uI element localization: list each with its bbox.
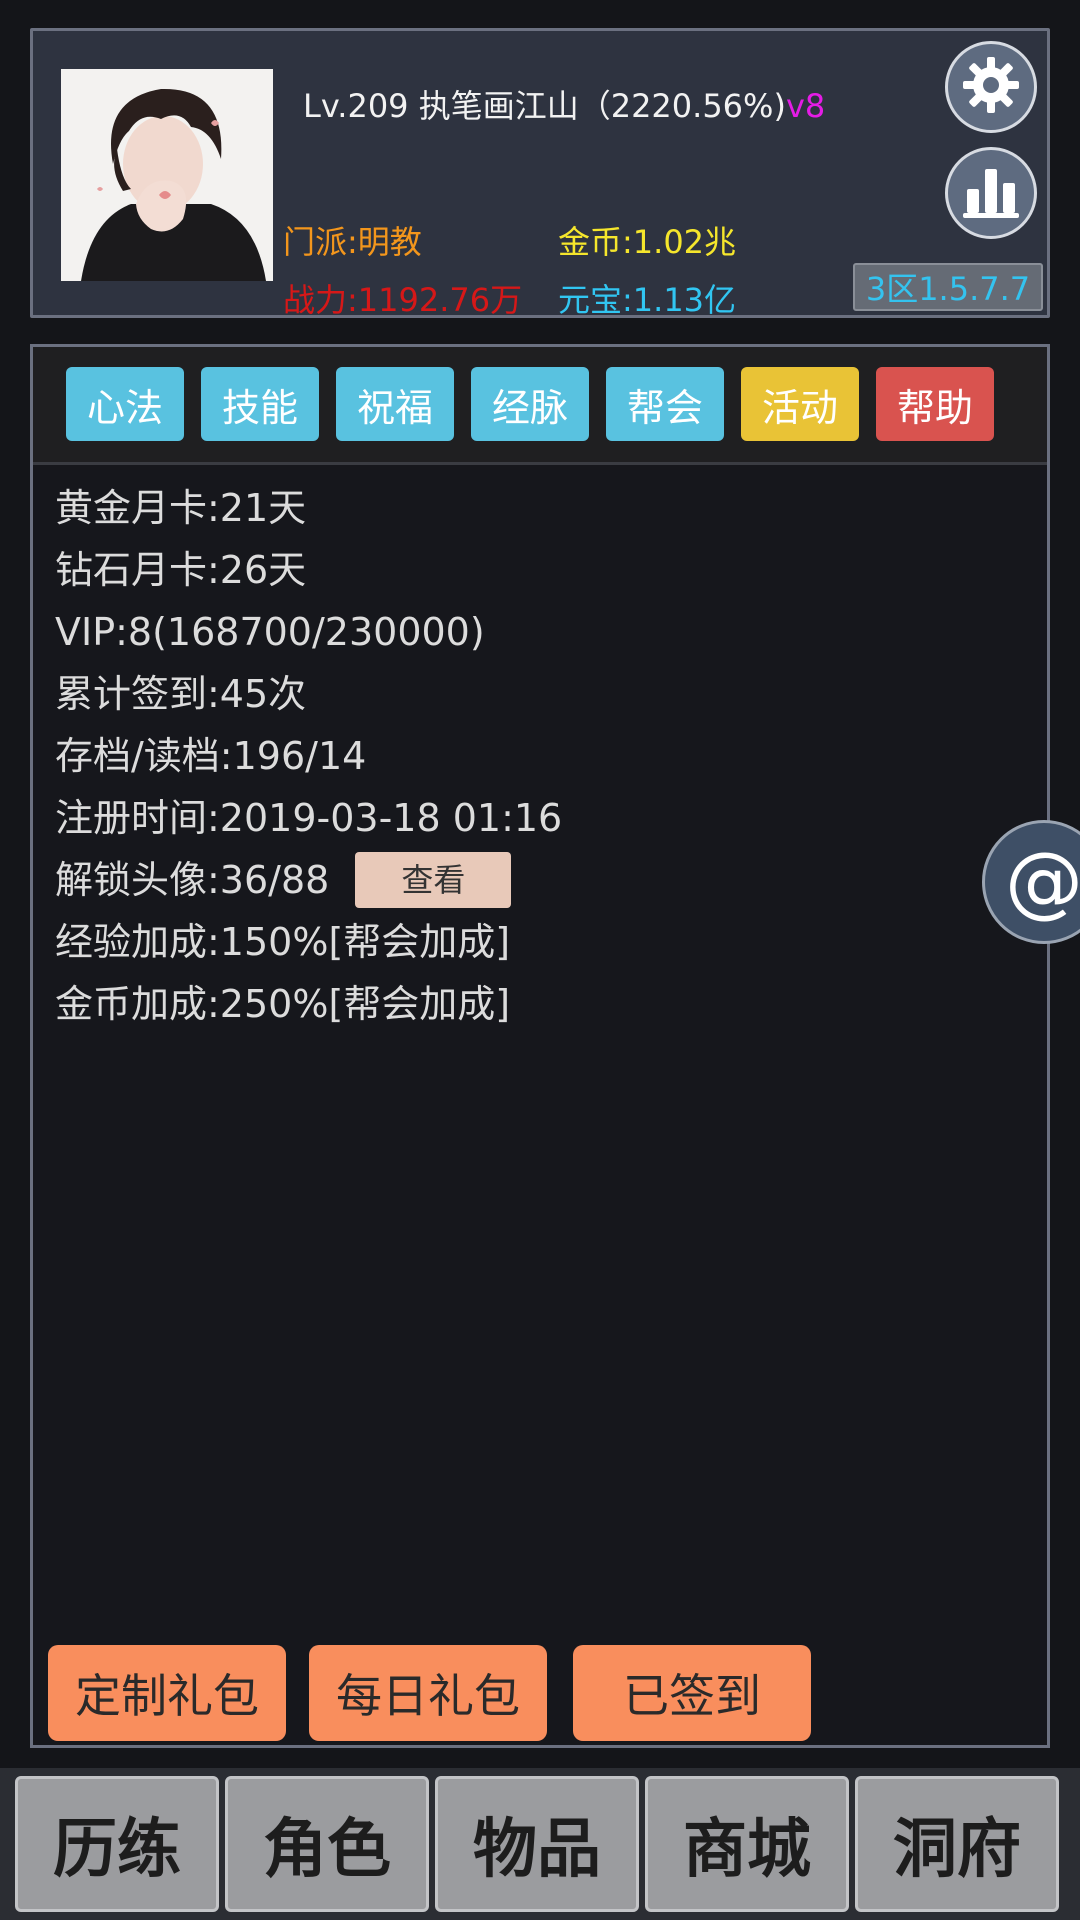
- player-ingot: 元宝:1.13亿: [558, 281, 737, 319]
- function-tab-bar: 心法 技能 祝福 经脉 帮会 活动 帮助: [33, 347, 1047, 465]
- bottom-navigation: 历练 角色 物品 商城 洞府: [0, 1768, 1080, 1920]
- diamond-card-info: 钻石月卡:26天: [55, 548, 307, 592]
- tab-meridians[interactable]: 经脉: [471, 367, 589, 441]
- main-panel: 心法 技能 祝福 经脉 帮会 活动 帮助 黄金月卡:21天 钻石月卡:26天 V…: [30, 344, 1050, 1748]
- unlocked-avatars-row: 解锁头像:36/88 查看: [55, 849, 562, 911]
- player-sect: 门派:明教: [283, 223, 422, 261]
- tab-skills[interactable]: 技能: [201, 367, 319, 441]
- exp-bonus-info: 经验加成:150%[帮会加成]: [55, 920, 511, 964]
- settings-button[interactable]: [945, 41, 1037, 133]
- custom-gift-button[interactable]: 定制礼包: [48, 1645, 286, 1741]
- server-version-badge: 3区1.5.7.7: [853, 263, 1043, 311]
- tab-help[interactable]: 帮助: [876, 367, 994, 441]
- signed-in-button[interactable]: 已签到: [573, 1645, 811, 1741]
- tab-guild[interactable]: 帮会: [606, 367, 724, 441]
- unlocked-avatars-info: 解锁头像:36/88: [55, 858, 330, 902]
- gear-icon: [961, 55, 1021, 119]
- daily-gift-button[interactable]: 每日礼包: [309, 1645, 547, 1741]
- nav-training[interactable]: 历练: [15, 1776, 219, 1912]
- account-info-list: 黄金月卡:21天 钻石月卡:26天 VIP:8(168700/230000) 累…: [55, 477, 562, 1035]
- player-power: 战力:1192.76万: [283, 281, 523, 319]
- player-level-name-text: Lv.209 执笔画江山（2220.56%): [303, 87, 786, 125]
- player-avatar[interactable]: [61, 69, 273, 281]
- player-level-name: Lv.209 执笔画江山（2220.56%)v8: [303, 81, 825, 127]
- bar-chart-icon: [961, 163, 1021, 223]
- nav-items[interactable]: 物品: [435, 1776, 639, 1912]
- save-load-info: 存档/读档:196/14: [55, 734, 367, 778]
- vip-tag: v8: [785, 87, 826, 125]
- player-header-panel: Lv.209 执笔画江山（2220.56%)v8 门派:明教 战力:1192.7…: [30, 28, 1050, 319]
- at-icon: @: [1005, 837, 1080, 927]
- view-avatars-button[interactable]: 查看: [355, 852, 512, 908]
- tab-events[interactable]: 活动: [741, 367, 859, 441]
- gold-bonus-info: 金币加成:250%[帮会加成]: [55, 982, 511, 1026]
- vip-info: VIP:8(168700/230000): [55, 610, 485, 654]
- nav-cave-residence[interactable]: 洞府: [855, 1776, 1059, 1912]
- player-gold: 金币:1.02兆: [558, 223, 737, 261]
- register-time-info: 注册时间:2019-03-18 01:16: [55, 796, 563, 840]
- nav-shop[interactable]: 商城: [645, 1776, 849, 1912]
- tab-blessing[interactable]: 祝福: [336, 367, 454, 441]
- tab-xinfa[interactable]: 心法: [66, 367, 184, 441]
- nav-character[interactable]: 角色: [225, 1776, 429, 1912]
- signin-count-info: 累计签到:45次: [55, 672, 307, 716]
- ranking-button[interactable]: [945, 147, 1037, 239]
- avatar-portrait-image: [61, 69, 273, 281]
- gold-card-info: 黄金月卡:21天: [55, 486, 307, 530]
